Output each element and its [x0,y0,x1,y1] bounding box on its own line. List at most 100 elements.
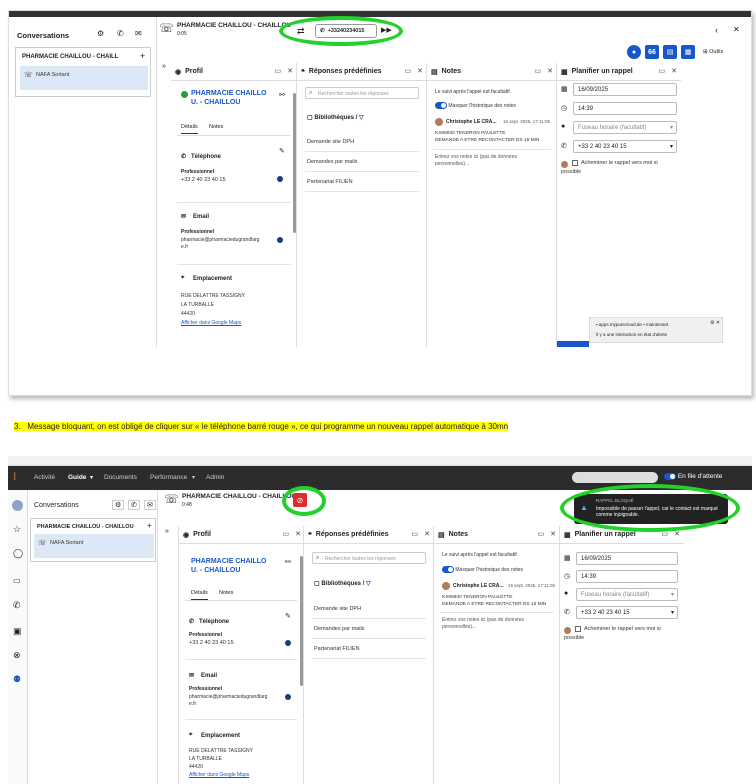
settings-icon[interactable]: ⚙ [112,500,125,510]
nav-guide[interactable]: Guide [68,474,86,481]
responses-search[interactable]: ⌕ Rechercher toutes les réponses [312,552,426,564]
toggle-switch[interactable] [435,102,447,109]
window-icon[interactable]: ▭ [659,67,666,75]
unlink-icon[interactable]: ⚯ [279,91,285,99]
note-input-placeholder-1[interactable]: Entrez vos notes ici (pas de données [435,154,517,160]
toggle-switch[interactable] [664,473,676,480]
add-icon[interactable]: + [147,521,152,530]
window-icon[interactable]: ▭ [283,530,290,538]
edit-icon[interactable]: ✎ [279,147,285,155]
notification-toast[interactable]: ▪ apps.mypurecloud.de • maintenant ⚙ ✕ I… [589,317,723,343]
close-icon[interactable]: ✕ [417,67,423,75]
settings-icon[interactable]: ⚙ [97,29,104,38]
close-icon[interactable]: ✕ [671,67,677,75]
add-icon[interactable]: + [140,51,145,61]
profile-scrollbar[interactable] [300,556,303,686]
nav-performance[interactable]: Performance [150,474,187,481]
tab-notes[interactable]: Notes [219,590,233,596]
profile-scrollbar[interactable] [293,93,296,233]
phone-icon[interactable]: ✆ [13,600,21,611]
chevron-left-icon[interactable]: ‹ [715,25,718,35]
queue-toggle[interactable]: En file d'attente [664,473,722,480]
conversation-card[interactable]: PHARMACIE CHAILLOU - CHAILLOU + ☏ NAFA S… [30,518,156,562]
tab-notes[interactable]: Notes [209,124,223,130]
sub-conversation[interactable]: ☏ NAFA Sortant [20,66,148,90]
libraries-row[interactable]: ▢ Bibliothèques / ▽ [307,114,364,121]
phone-icon[interactable]: ✆ [128,500,140,510]
response-item[interactable]: Demande site DPH [314,606,361,612]
toggle-switch[interactable] [442,566,454,573]
avatar[interactable] [12,500,23,511]
window-icon[interactable]: ▭ [275,67,282,75]
timezone-select[interactable]: Fuseau horaire (facultatif) ▾ [576,588,678,601]
close-icon[interactable]: ✕ [287,67,293,75]
date-field[interactable]: 16/09/2025 [573,83,677,96]
note-input-placeholder-2[interactable]: personnelles)... [442,624,476,630]
note-input-placeholder-2[interactable]: personnelles)... [435,161,469,167]
maps-link[interactable]: Afficher dans Google Maps [181,320,241,326]
phone-icon[interactable]: ✆ [117,29,124,38]
response-item[interactable]: Demandes par mails [307,159,357,165]
tab-details[interactable]: Détails [191,590,208,600]
route-checkbox[interactable] [572,160,578,166]
header-search[interactable] [572,472,658,483]
time-field[interactable]: 14:39 [573,102,677,115]
note-input-placeholder-1[interactable]: Entrez vos notes ici (pas de données [442,617,524,623]
mail-icon[interactable]: ✉ [135,29,142,38]
agent-icon[interactable]: ⚉ [13,674,21,685]
pin-icon[interactable]: ✕ [733,25,740,34]
window-icon[interactable]: ▭ [538,530,545,538]
close-icon[interactable]: ⚙ ✕ [710,320,720,326]
nav-admin[interactable]: Admin [206,474,224,481]
email-action-icon[interactable] [285,694,291,700]
inbox-icon[interactable]: ▣ [13,626,22,637]
nav-documents[interactable]: Documents [104,474,137,481]
video-icon[interactable]: ▭ [13,576,21,585]
unlink-icon[interactable]: ⚯ [285,558,291,566]
timezone-select[interactable]: Fuseau horaire (facultatif) ▾ [573,121,677,134]
time-field[interactable]: 14:39 [576,570,678,583]
email-action-icon[interactable] [277,237,283,243]
window-icon[interactable]: ▭ [405,67,412,75]
badge-66[interactable]: 66 [645,45,659,59]
response-item[interactable]: Demande site DPH [307,139,354,145]
collapse-icon[interactable]: » [158,528,176,535]
hide-history-toggle[interactable]: Masquer l'historique des notes [442,566,523,573]
window-icon[interactable]: ▭ [535,67,542,75]
maps-link[interactable]: Afficher dans Google Maps [189,772,249,778]
phone-action-icon[interactable] [277,176,283,182]
window-icon[interactable]: ▭ [412,530,419,538]
sub-conversation[interactable]: ☏ NAFA Sortant [34,534,154,558]
close-icon[interactable]: ✕ [295,530,301,538]
calendar-button[interactable]: ▦ [681,45,695,59]
date-field[interactable]: 16/09/2025 [576,552,678,565]
close-icon[interactable]: ✕ [674,530,680,538]
route-checkbox[interactable] [575,626,581,632]
phone-action-icon[interactable] [285,640,291,646]
response-item[interactable]: Demandes par mails [314,626,364,632]
star-icon[interactable]: ☆ [13,524,21,535]
edit-icon[interactable]: ✎ [285,612,291,620]
close-icon[interactable]: ✕ [424,530,430,538]
conversation-card[interactable]: PHARMACIE CHAILLOU - CHAILL + ☏ NAFA Sor… [15,47,151,97]
user-button[interactable]: ● [627,45,641,59]
tools-button[interactable]: ⊞ Outils [703,49,723,55]
close-icon[interactable]: ✕ [550,530,556,538]
document-button[interactable]: ▤ [663,45,677,59]
response-item[interactable]: Partenariat FILIEN [307,179,353,185]
collapse-icon[interactable]: » [157,63,171,73]
callback-phone-select[interactable]: +33 2 40 23 40 15 ▾ [573,140,677,153]
response-item[interactable]: Partenariat FILIEN [314,646,360,652]
mail-icon[interactable]: ✉ [144,500,156,510]
queue-label: En file d'attente [677,473,723,481]
callback-phone-select[interactable]: +33 2 40 23 40 15 ▾ [576,606,678,619]
tab-details[interactable]: Détails [181,124,198,134]
help-icon[interactable]: ⊗ [13,650,21,661]
profile-icon: ◉ [175,68,182,76]
libraries-row[interactable]: ▢ Bibliothèques / ▽ [314,580,371,587]
close-icon[interactable]: ✕ [547,67,553,75]
chat-icon[interactable]: ◯ [13,548,23,559]
responses-search[interactable]: ⌕ Rechercher toutes les réponses [305,87,419,99]
nav-activity[interactable]: Activité [34,474,55,481]
hide-history-toggle[interactable]: Masquer l'historique des notes [435,102,516,109]
